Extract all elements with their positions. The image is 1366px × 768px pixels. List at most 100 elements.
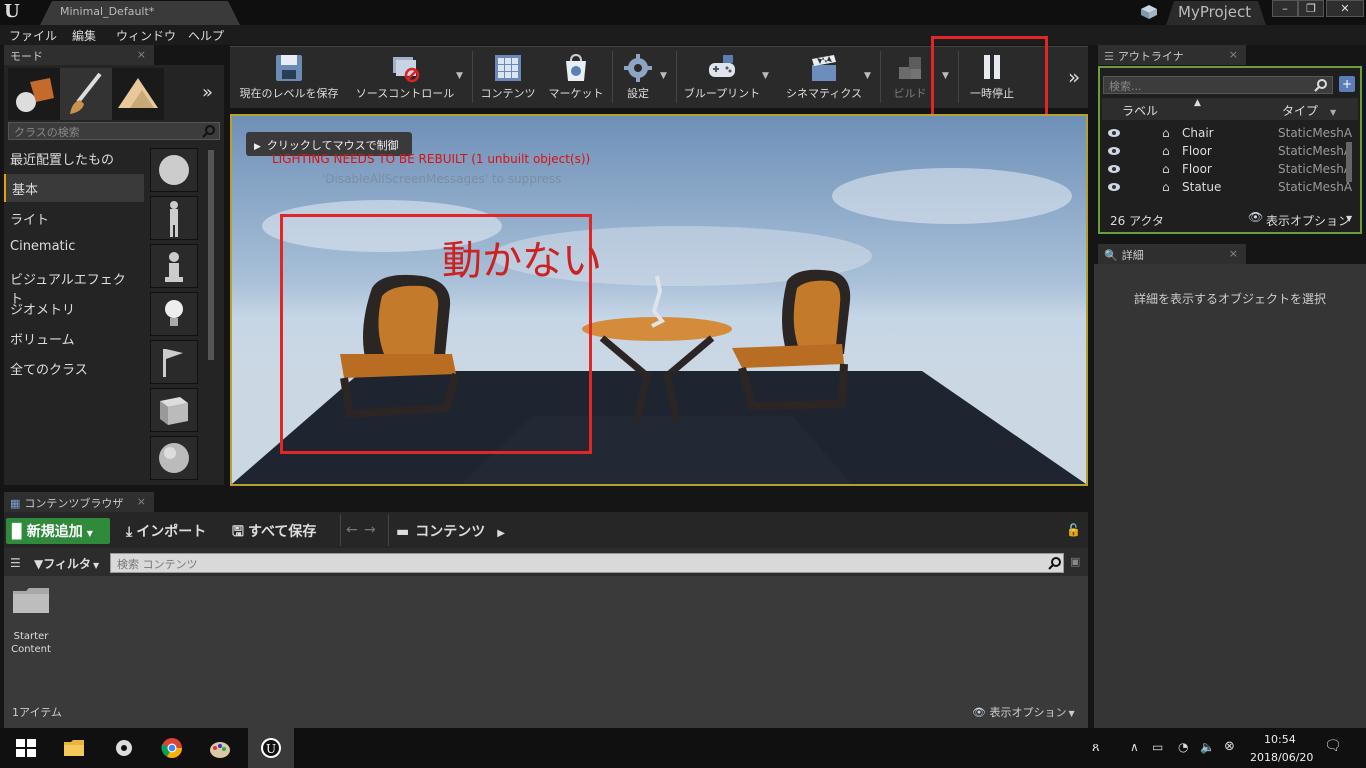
place-mode-button[interactable] [8, 68, 60, 120]
category-visual-effects[interactable]: ビジュアルエフェクト [4, 264, 144, 307]
outliner-row-label: Statue [1182, 180, 1222, 194]
save-all-button[interactable]: 🖫 すべて保存 [232, 521, 316, 545]
wifi-icon[interactable]: ◔ [1178, 740, 1188, 754]
add-folder-icon[interactable]: + [1339, 76, 1355, 92]
actor-thumb-character[interactable] [150, 196, 198, 240]
save-search-icon[interactable]: ▣ [1070, 555, 1080, 568]
actor-thumb-empty-actor[interactable] [150, 148, 198, 192]
content-button[interactable]: コンテンツ [476, 47, 540, 107]
category-cinematic[interactable]: Cinematic [4, 234, 144, 262]
cinematics-button[interactable]: シネマティクス [782, 47, 866, 107]
settings-gear-icon[interactable] [112, 736, 136, 760]
dropdown-arrow-icon[interactable]: ▼ [660, 71, 667, 81]
lock-icon[interactable]: 🔓 [1066, 523, 1081, 537]
category-lights[interactable]: ライト [4, 204, 144, 232]
actor-thumb-pawn[interactable] [150, 244, 198, 288]
actor-thumb-sphere[interactable] [150, 436, 198, 480]
source-control-button[interactable]: ソースコントロール [350, 47, 460, 107]
chrome-icon[interactable] [160, 736, 184, 760]
close-icon[interactable]: × [1229, 247, 1238, 260]
actor-thumb-cube[interactable] [150, 388, 198, 432]
outliner-view-options[interactable]: 表示オプション [1266, 212, 1350, 229]
modes-scrollbar[interactable] [208, 150, 214, 360]
forward-arrow-icon[interactable]: → [364, 522, 376, 538]
sphere-icon [159, 443, 189, 473]
volume-icon[interactable]: 🔈 [1200, 740, 1215, 754]
taskbar-date[interactable]: 2018/06/20 [1250, 751, 1313, 764]
people-icon[interactable]: ጸ [1092, 740, 1100, 755]
import-button[interactable]: ⤓ インポート [126, 521, 206, 541]
document-tab[interactable]: Minimal_Default* [40, 1, 240, 25]
outliner-footer: 26 アクタ 👁 表示オプション ▼ [1102, 208, 1358, 230]
outliner-scrollbar[interactable] [1346, 142, 1352, 182]
close-button[interactable]: ✕ [1326, 0, 1364, 17]
settings-button[interactable]: 設定 [616, 47, 660, 107]
menu-file[interactable]: ファイル [9, 27, 57, 44]
visibility-eye-icon[interactable] [1108, 128, 1120, 138]
content-search-input[interactable]: 検索 コンテンツ [110, 553, 1064, 573]
actor-thumb-player-start[interactable] [150, 340, 198, 384]
landscape-mode-button[interactable] [112, 68, 164, 120]
view-options-label: 表示オプション [989, 706, 1067, 719]
paint-app-icon[interactable] [208, 736, 232, 760]
outliner-row[interactable]: ⌂ Chair StaticMeshA [1102, 125, 1352, 143]
category-recent[interactable]: 最近配置したもの [4, 144, 144, 172]
chevron-up-icon[interactable]: ∧ [1130, 740, 1139, 754]
maximize-button[interactable]: ❐ [1298, 0, 1324, 17]
input-disabled-icon[interactable]: ⊗ [1224, 739, 1235, 754]
search-icon [1314, 78, 1328, 95]
filter-button[interactable]: ▼フィルタ ▼ [34, 555, 99, 572]
close-icon[interactable]: × [137, 495, 146, 508]
taskbar-time[interactable]: 10:54 [1264, 733, 1296, 746]
breadcrumb[interactable]: ▬ コンテンツ ▶ [396, 521, 505, 541]
file-explorer-icon[interactable] [62, 736, 86, 760]
windows-start-icon[interactable] [14, 736, 38, 760]
project-name-tab[interactable]: MyProject [1166, 1, 1266, 25]
category-basic[interactable]: 基本 [4, 174, 144, 202]
content-view-options[interactable]: 👁 表示オプション ▼ [972, 704, 1075, 720]
content-browser-tab[interactable]: ▦ コンテンツブラウザ × [4, 492, 154, 512]
menu-window[interactable]: ウィンドウ [116, 27, 176, 44]
back-arrow-icon[interactable]: ← [346, 522, 358, 538]
save-level-button[interactable]: 現在のレベルを保存 [234, 47, 344, 107]
modes-tab[interactable]: モード × [4, 45, 154, 65]
category-volumes[interactable]: ボリューム [4, 324, 144, 352]
build-button[interactable]: ビルド [884, 47, 936, 107]
column-label-header[interactable]: ラベル [1122, 102, 1158, 119]
visibility-eye-icon[interactable] [1108, 182, 1120, 192]
category-all-classes[interactable]: 全てのクラス [4, 354, 144, 382]
notification-icon[interactable]: 🗨 [1324, 738, 1342, 754]
outliner-tab[interactable]: ☰ アウトライナ × [1098, 45, 1246, 65]
close-icon[interactable]: × [1229, 48, 1238, 61]
close-icon[interactable]: × [137, 48, 146, 61]
sources-panel-icon[interactable]: ☰ [10, 556, 21, 570]
menu-help[interactable]: ヘルプ [188, 27, 224, 44]
battery-icon[interactable]: ▭ [1152, 740, 1163, 754]
details-tab[interactable]: 🔍 詳細 × [1098, 244, 1246, 264]
category-geometry[interactable]: ジオメトリ [4, 294, 144, 322]
outliner-row[interactable]: ⌂ Floor StaticMeshA [1102, 143, 1352, 161]
menu-edit[interactable]: 編集 [72, 27, 96, 44]
dropdown-arrow-icon[interactable]: ▼ [456, 71, 463, 81]
outliner-row[interactable]: ⌂ Floor StaticMeshA [1102, 161, 1352, 179]
level-viewport[interactable]: ▶ クリックしてマウスで制御 LIGHTING NEEDS TO BE REBUI… [230, 114, 1088, 486]
blueprints-button[interactable]: ブループリント [680, 47, 764, 107]
more-modes-chevron-icon[interactable]: » [202, 82, 213, 103]
marketplace-button[interactable]: マーケット [544, 47, 608, 107]
minimize-button[interactable]: – [1272, 0, 1298, 17]
outliner-row[interactable]: ⌂ Statue StaticMeshA [1102, 179, 1352, 197]
add-new-button[interactable]: ▉ 新規追加 ▼ [6, 518, 110, 544]
class-search-input[interactable]: クラスの検索 [8, 122, 220, 140]
visibility-eye-icon[interactable] [1108, 164, 1120, 174]
visibility-eye-icon[interactable] [1108, 146, 1120, 156]
column-type-header[interactable]: タイプ [1282, 102, 1318, 119]
starter-content-folder[interactable] [12, 586, 50, 617]
starter-content-folder-label[interactable]: Starter Content [6, 630, 56, 656]
toolbar-more-chevron-icon[interactable]: » [1068, 65, 1080, 89]
dropdown-arrow-icon[interactable]: ▼ [762, 71, 769, 81]
actor-thumb-point-light[interactable] [150, 292, 198, 336]
paint-mode-button[interactable] [60, 68, 112, 120]
unreal-taskbar-button[interactable]: U [248, 728, 294, 768]
outliner-search-input[interactable]: 検索... [1103, 76, 1333, 94]
dropdown-arrow-icon[interactable]: ▼ [864, 71, 871, 81]
